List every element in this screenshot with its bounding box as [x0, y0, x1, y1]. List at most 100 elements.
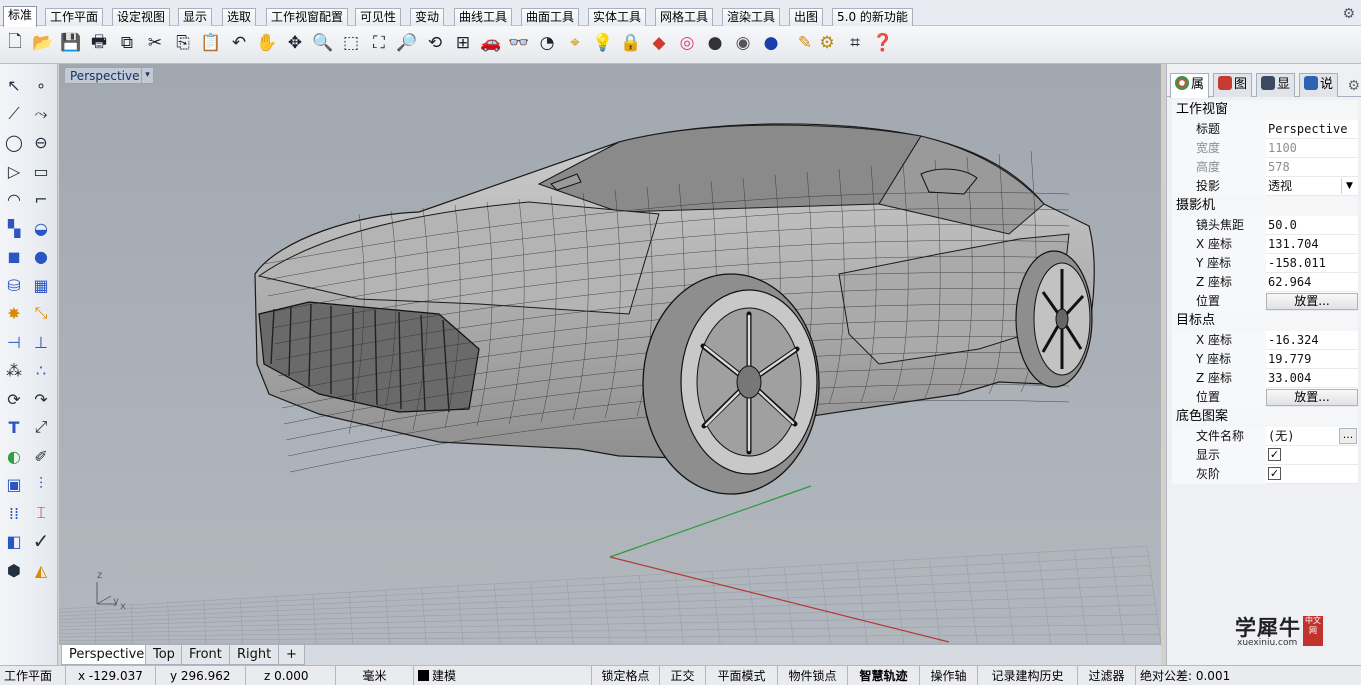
browse-file-button[interactable]: ...	[1339, 428, 1357, 444]
patch-surface-icon[interactable]: ◒	[28, 215, 54, 241]
snap-icon[interactable]: ⌖	[563, 30, 587, 56]
panel-settings-gear-icon[interactable]: ⚙	[1347, 78, 1360, 94]
fillet-curve-icon[interactable]: ⌐	[28, 186, 54, 212]
tab-solid-tools[interactable]: 实体工具	[588, 8, 647, 26]
viewport-title[interactable]: Perspective	[64, 67, 146, 84]
gumball-icon[interactable]: ◔	[535, 30, 559, 56]
car-object-icon[interactable]: 🚗	[479, 30, 503, 56]
save-icon[interactable]: 💾	[59, 30, 83, 56]
zoom-selected-icon[interactable]: 🔎	[395, 30, 419, 56]
curve-icon[interactable]: ⤳	[28, 101, 54, 127]
rectangle-icon[interactable]: ▭	[28, 158, 54, 184]
history-icon[interactable]: ◐	[1, 443, 27, 469]
tab-drafting[interactable]: 出图	[789, 8, 824, 26]
lock-icon[interactable]: 🔒	[619, 30, 643, 56]
status-smarttrack-toggle[interactable]: 智慧轨迹	[848, 666, 920, 685]
polygon-icon[interactable]: ▷	[1, 158, 27, 184]
camera-x-field[interactable]: 131.704	[1266, 235, 1358, 254]
rotate-icon[interactable]: ⟲	[423, 30, 447, 56]
tab-display[interactable]: 显示	[178, 8, 213, 26]
explode-icon[interactable]: ✸	[1, 300, 27, 326]
mesh-icon[interactable]: ▦	[28, 272, 54, 298]
status-layer[interactable]: 建模	[414, 666, 592, 685]
copy-icon[interactable]: ⎘	[171, 30, 195, 56]
point-icon[interactable]: ∘	[28, 72, 54, 98]
perspective-viewport[interactable]: z x y Perspective ▾	[59, 64, 1161, 644]
tab-transform[interactable]: 变动	[410, 8, 445, 26]
status-grid-snap-toggle[interactable]: 锁定格点	[592, 666, 660, 685]
tab-front[interactable]: Front	[181, 645, 230, 665]
dimension-line-icon[interactable]: ⤢	[28, 414, 54, 440]
status-gumball-toggle[interactable]: 操作轴	[920, 666, 978, 685]
render-icon[interactable]: ◧	[1, 528, 27, 554]
group-icon[interactable]: ⁂	[1, 357, 27, 383]
add-viewport-tab-button[interactable]: +	[278, 645, 305, 665]
tab-perspective[interactable]: Perspective	[61, 645, 153, 665]
status-ortho-toggle[interactable]: 正交	[660, 666, 706, 685]
blend-icon[interactable]: ↷	[28, 386, 54, 412]
status-record-history-toggle[interactable]: 记录建构历史	[978, 666, 1078, 685]
tab-surface-tools[interactable]: 曲面工具	[521, 8, 580, 26]
align-icon[interactable]: ⫶	[28, 471, 54, 497]
target-y-field[interactable]: 19.779	[1266, 350, 1358, 369]
tab-render-tools[interactable]: 渲染工具	[722, 8, 781, 26]
show-checkbox[interactable]: ✓	[1268, 448, 1281, 461]
boolean-union-icon[interactable]: ◭	[28, 557, 54, 583]
tab-new-in-v5[interactable]: 5.0 的新功能	[832, 8, 913, 26]
rotate-view-icon[interactable]: ✥	[283, 30, 307, 56]
tab-viewport-layout[interactable]: 工作视窗配置	[266, 8, 349, 26]
tab-select[interactable]: 选取	[222, 8, 257, 26]
highlight-icon[interactable]: ✎	[793, 30, 817, 56]
zoom-window-icon[interactable]: ⬚	[339, 30, 363, 56]
split-icon[interactable]: ⊣	[1, 329, 27, 355]
offset-icon[interactable]: ⟳	[1, 386, 27, 412]
ellipse-icon[interactable]: ⊖	[28, 129, 54, 155]
tab-visibility[interactable]: 可见性	[355, 8, 402, 26]
arc-icon[interactable]: ◠	[1, 186, 27, 212]
surface-icon[interactable]: ▚	[1, 215, 27, 241]
tab-set-view[interactable]: 设定视图	[112, 8, 171, 26]
array-icon[interactable]: ▣	[1, 471, 27, 497]
tab-layers[interactable]: 图	[1213, 73, 1253, 97]
target-z-field[interactable]: 33.004	[1266, 369, 1358, 388]
move-grid-icon[interactable]: ⁞⁞	[1, 500, 27, 526]
paste-icon[interactable]: 📋	[199, 30, 223, 56]
layer-icon[interactable]: ◆	[647, 30, 671, 56]
ungroup-icon[interactable]: ∴	[28, 357, 54, 383]
status-units[interactable]: 毫米	[336, 666, 414, 685]
viewport-menu-arrow-icon[interactable]: ▾	[141, 67, 154, 84]
light-bulb-icon[interactable]: 💡	[591, 30, 615, 56]
camera-y-field[interactable]: -158.011	[1266, 254, 1358, 273]
tab-help[interactable]: 说	[1299, 73, 1339, 97]
status-filter-toggle[interactable]: 过滤器	[1078, 666, 1136, 685]
grayscale-checkbox[interactable]: ✓	[1268, 467, 1281, 480]
zoom-icon[interactable]: 🔍	[311, 30, 335, 56]
status-planar-toggle[interactable]: 平面模式	[706, 666, 778, 685]
color-wheel-icon[interactable]: ◎	[675, 30, 699, 56]
four-viewports-icon[interactable]: ⊞	[451, 30, 475, 56]
cylinder-icon[interactable]: ⛁	[1, 272, 27, 298]
open-folder-icon[interactable]: 📂	[31, 30, 55, 56]
chevron-down-icon[interactable]: ▼	[1341, 178, 1357, 194]
import-icon[interactable]: ⧉	[115, 30, 139, 56]
tab-top[interactable]: Top	[145, 645, 183, 665]
pan-hand-icon[interactable]: ✋	[255, 30, 279, 56]
sphere-solid-icon[interactable]: ●	[28, 243, 54, 269]
dimension-icon[interactable]: ⌗	[843, 30, 867, 56]
target-x-field[interactable]: -16.324	[1266, 331, 1358, 350]
camera-z-field[interactable]: 62.964	[1266, 273, 1358, 292]
check-icon[interactable]: ✓	[28, 528, 54, 554]
lens-field[interactable]: 50.0	[1266, 216, 1358, 235]
print-icon[interactable]: 🖶	[87, 30, 111, 56]
analyze-icon[interactable]: ⌶	[28, 500, 54, 526]
tab-cplanes[interactable]: 工作平面	[45, 8, 104, 26]
named-views-icon[interactable]: 👓	[507, 30, 531, 56]
tab-mesh-tools[interactable]: 网格工具	[655, 8, 714, 26]
zoom-extents-icon[interactable]: ⛶	[367, 30, 391, 56]
options-gear-icon[interactable]: ⚙	[815, 30, 839, 56]
shaded-sphere-icon[interactable]: ●	[703, 30, 727, 56]
title-field[interactable]: Perspective	[1266, 120, 1358, 139]
shade-icon[interactable]: ⬢	[1, 557, 27, 583]
tab-display[interactable]: 显	[1256, 73, 1296, 97]
tab-properties[interactable]: 属	[1170, 73, 1210, 98]
